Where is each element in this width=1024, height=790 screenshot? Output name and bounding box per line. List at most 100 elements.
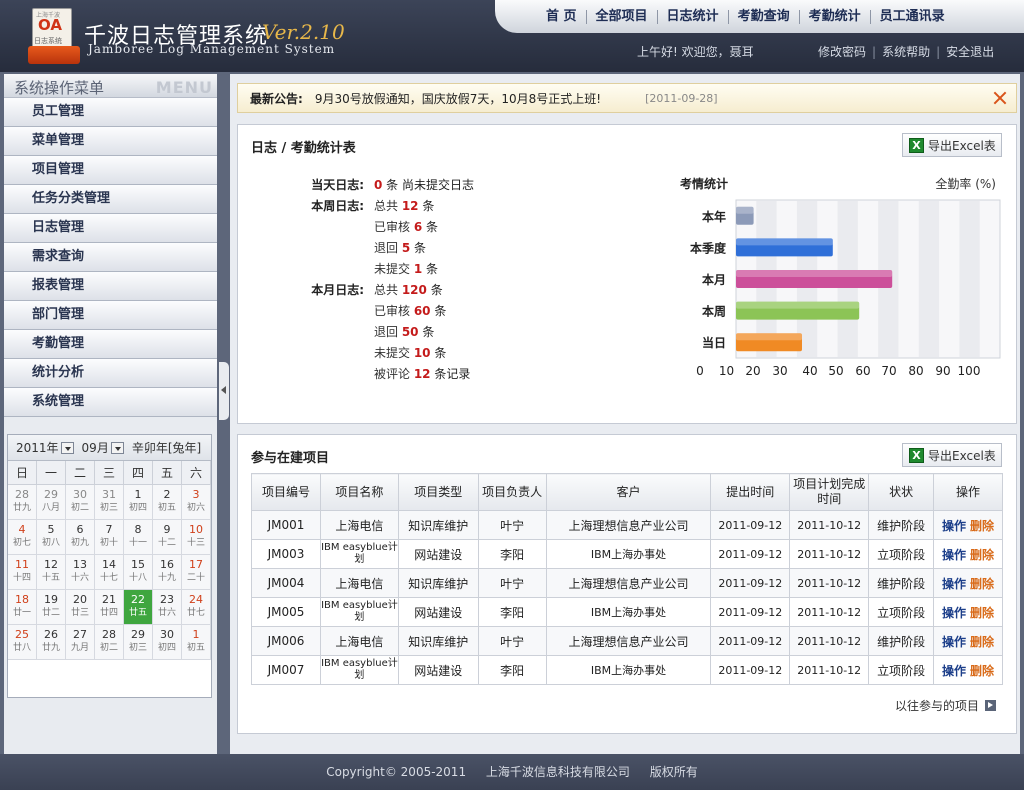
table-cell: 网站建设 — [397, 655, 479, 685]
calendar-day[interactable]: 29 八月 — [37, 485, 66, 520]
delete-button[interactable]: 删除 — [970, 635, 994, 649]
menu-item-logs[interactable]: 日志管理 — [4, 214, 217, 243]
menu-item-departments[interactable]: 部门管理 — [4, 301, 217, 330]
calendar-day[interactable]: 31 初三 — [95, 485, 124, 520]
edit-button[interactable]: 操作 — [942, 548, 966, 562]
sidebar-collapse-handle[interactable] — [219, 362, 229, 420]
calendar-day[interactable]: 18 廿一 — [8, 590, 37, 625]
nav-all-projects[interactable]: 全部项目 — [587, 9, 658, 24]
stat-unit: 条 — [418, 199, 435, 213]
table-cell: 2011-09-12 — [710, 626, 791, 656]
calendar-day[interactable]: 5 初八 — [37, 520, 66, 555]
calendar-day[interactable]: 27 九月 — [66, 625, 95, 660]
past-projects-link[interactable]: 以往参与的项目 — [895, 697, 996, 714]
calendar-day[interactable]: 23 廿六 — [153, 590, 182, 625]
calendar-day[interactable]: 11 十四 — [8, 555, 37, 590]
menu-item-requirements[interactable]: 需求查询 — [4, 243, 217, 272]
calendar-day[interactable]: 30 初四 — [153, 625, 182, 660]
calendar-day[interactable]: 25 廿八 — [8, 625, 37, 660]
calendar-day[interactable]: 10 十三 — [182, 520, 211, 555]
calendar-day[interactable]: 21 廿四 — [95, 590, 124, 625]
calendar-day[interactable]: 4 初七 — [8, 520, 37, 555]
delete-button[interactable]: 删除 — [970, 548, 994, 562]
calendar-day-number: 4 — [18, 523, 26, 536]
calendar-day[interactable]: 7 初十 — [95, 520, 124, 555]
delete-button[interactable]: 删除 — [970, 577, 994, 591]
calendar-day[interactable]: 24 廿七 — [182, 590, 211, 625]
logout-link[interactable]: 安全退出 — [946, 45, 994, 59]
stat-prefix: 未提交 — [374, 262, 414, 276]
help-link[interactable]: 系统帮助 — [882, 45, 930, 59]
calendar-lunar-day: 二十 — [186, 573, 205, 583]
menu-item-task-categories[interactable]: 任务分类管理 — [4, 185, 217, 214]
calendar-day-number: 11 — [15, 558, 29, 571]
stat-text: 总共 120 条 — [374, 280, 443, 301]
calendar-lunar-day: 廿六 — [157, 608, 176, 618]
menu-item-system[interactable]: 系统管理 — [4, 388, 217, 417]
calendar-day[interactable]: 15 十八 — [124, 555, 153, 590]
close-icon[interactable] — [992, 90, 1008, 106]
calendar-day[interactable]: 20 廿三 — [66, 590, 95, 625]
menu-item-staff[interactable]: 员工管理 — [4, 98, 217, 127]
edit-button[interactable]: 操作 — [942, 519, 966, 533]
nav-attendance-stats[interactable]: 考勤统计 — [800, 9, 871, 24]
export-excel-button[interactable]: X 导出Excel表 — [902, 133, 1002, 157]
calendar-lunar-day: 十九 — [157, 573, 176, 583]
export-projects-excel-button[interactable]: X 导出Excel表 — [902, 443, 1002, 467]
calendar-day[interactable]: 12 十五 — [37, 555, 66, 590]
change-password-link[interactable]: 修改密码 — [818, 45, 866, 59]
stat-prefix: 退回 — [374, 325, 402, 339]
menu-item-projects[interactable]: 项目管理 — [4, 156, 217, 185]
table-cell: 上海电信 — [319, 568, 399, 598]
nav-home[interactable]: 首 页 — [537, 9, 587, 24]
calendar-day[interactable]: 17 二十 — [182, 555, 211, 590]
calendar-day[interactable]: 8 十一 — [124, 520, 153, 555]
menu-item-analysis[interactable]: 统计分析 — [4, 359, 217, 388]
calendar-day[interactable]: 28 廿九 — [8, 485, 37, 520]
nav-log-stats[interactable]: 日志统计 — [658, 9, 729, 24]
calendar-day[interactable]: 6 初九 — [66, 520, 95, 555]
delete-button[interactable]: 删除 — [970, 519, 994, 533]
calendar-day[interactable]: 9 十二 — [153, 520, 182, 555]
calendar-day[interactable]: 3 初六 — [182, 485, 211, 520]
chart-category-label: 本月 — [702, 272, 726, 287]
calendar-day[interactable]: 19 廿二 — [37, 590, 66, 625]
calendar-lunar-day: 初四 — [128, 503, 147, 513]
chart-bar-highlight — [736, 333, 802, 341]
calendar-day[interactable]: 28 初二 — [95, 625, 124, 660]
calendar-day[interactable]: 26 廿九 — [37, 625, 66, 660]
month-dropdown-icon[interactable] — [110, 441, 124, 454]
edit-button[interactable]: 操作 — [942, 635, 966, 649]
menu-item-menus[interactable]: 菜单管理 — [4, 127, 217, 156]
calendar-day[interactable]: 1 初五 — [182, 625, 211, 660]
stat-text: 总共 12 条 — [374, 196, 434, 217]
stat-label: 本周日志: — [311, 199, 364, 213]
nav-attendance-query[interactable]: 考勤查询 — [729, 9, 800, 24]
table-row: JM003 IBM easyblue计划 网站建设 李阳 IBM上海办事处 2011-09… — [251, 539, 1003, 569]
edit-button[interactable]: 操作 — [942, 606, 966, 620]
edit-button[interactable]: 操作 — [942, 664, 966, 678]
delete-button[interactable]: 删除 — [970, 664, 994, 678]
stat-prefix: 已审核 — [374, 220, 414, 234]
calendar-day-number: 27 — [73, 628, 87, 641]
table-cell: 2011-09-12 — [710, 539, 791, 569]
year-dropdown-icon[interactable] — [60, 441, 74, 454]
calendar-day[interactable]: 1 初四 — [124, 485, 153, 520]
calendar-day[interactable]: 2 初五 — [153, 485, 182, 520]
calendar-lunar-day: 初五 — [186, 643, 205, 653]
menu-item-attendance[interactable]: 考勤管理 — [4, 330, 217, 359]
calendar-day[interactable]: 22 廿五 — [124, 590, 153, 625]
edit-button[interactable]: 操作 — [942, 577, 966, 591]
calendar-day[interactable]: 30 初二 — [66, 485, 95, 520]
menu-item-reports[interactable]: 报表管理 — [4, 272, 217, 301]
nav-staff-directory[interactable]: 员工通讯录 — [871, 9, 954, 24]
chart-bar-highlight — [736, 206, 754, 214]
chart-bar-highlight — [736, 301, 860, 309]
calendar-day[interactable]: 29 初三 — [124, 625, 153, 660]
calendar-day[interactable]: 13 十六 — [66, 555, 95, 590]
calendar-day[interactable]: 16 十九 — [153, 555, 182, 590]
notice-text[interactable]: 9月30号放假通知，国庆放假7天，10月8号正式上班! — [315, 90, 601, 107]
menu-title: 系统操作菜单 — [14, 79, 105, 97]
calendar-day[interactable]: 14 十七 — [95, 555, 124, 590]
delete-button[interactable]: 删除 — [970, 606, 994, 620]
